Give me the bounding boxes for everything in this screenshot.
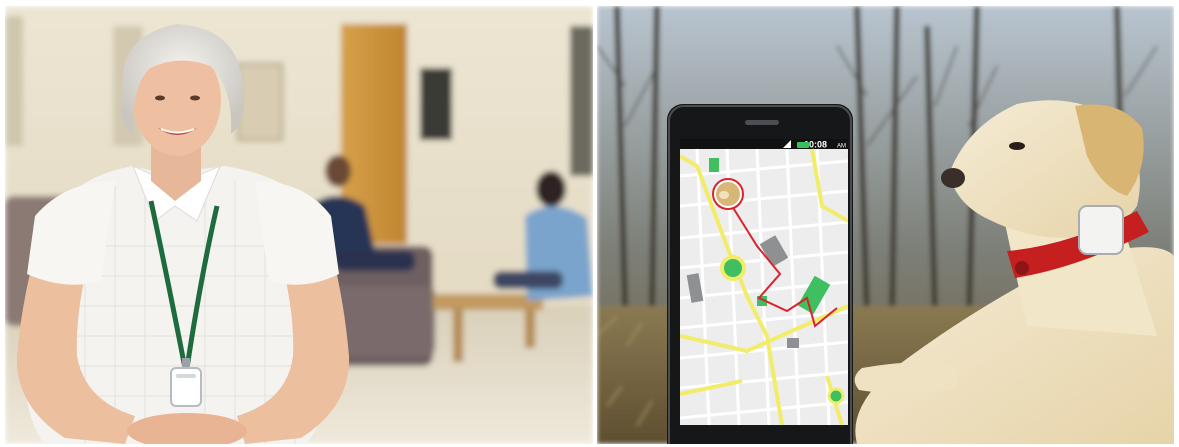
senior-tracker-photo xyxy=(5,6,593,444)
battery-icon xyxy=(797,142,809,148)
location-marker[interactable] xyxy=(720,255,746,281)
status-ampm: AM xyxy=(837,144,846,150)
pet-scene: 10:08 AM xyxy=(597,6,1174,444)
pet-tracker-photo: 10:08 AM xyxy=(597,6,1174,444)
location-marker-secondary[interactable] xyxy=(827,387,845,405)
smartphone: 10:08 AM xyxy=(667,104,853,444)
senior-scene xyxy=(5,6,593,444)
map-view[interactable] xyxy=(680,148,848,425)
